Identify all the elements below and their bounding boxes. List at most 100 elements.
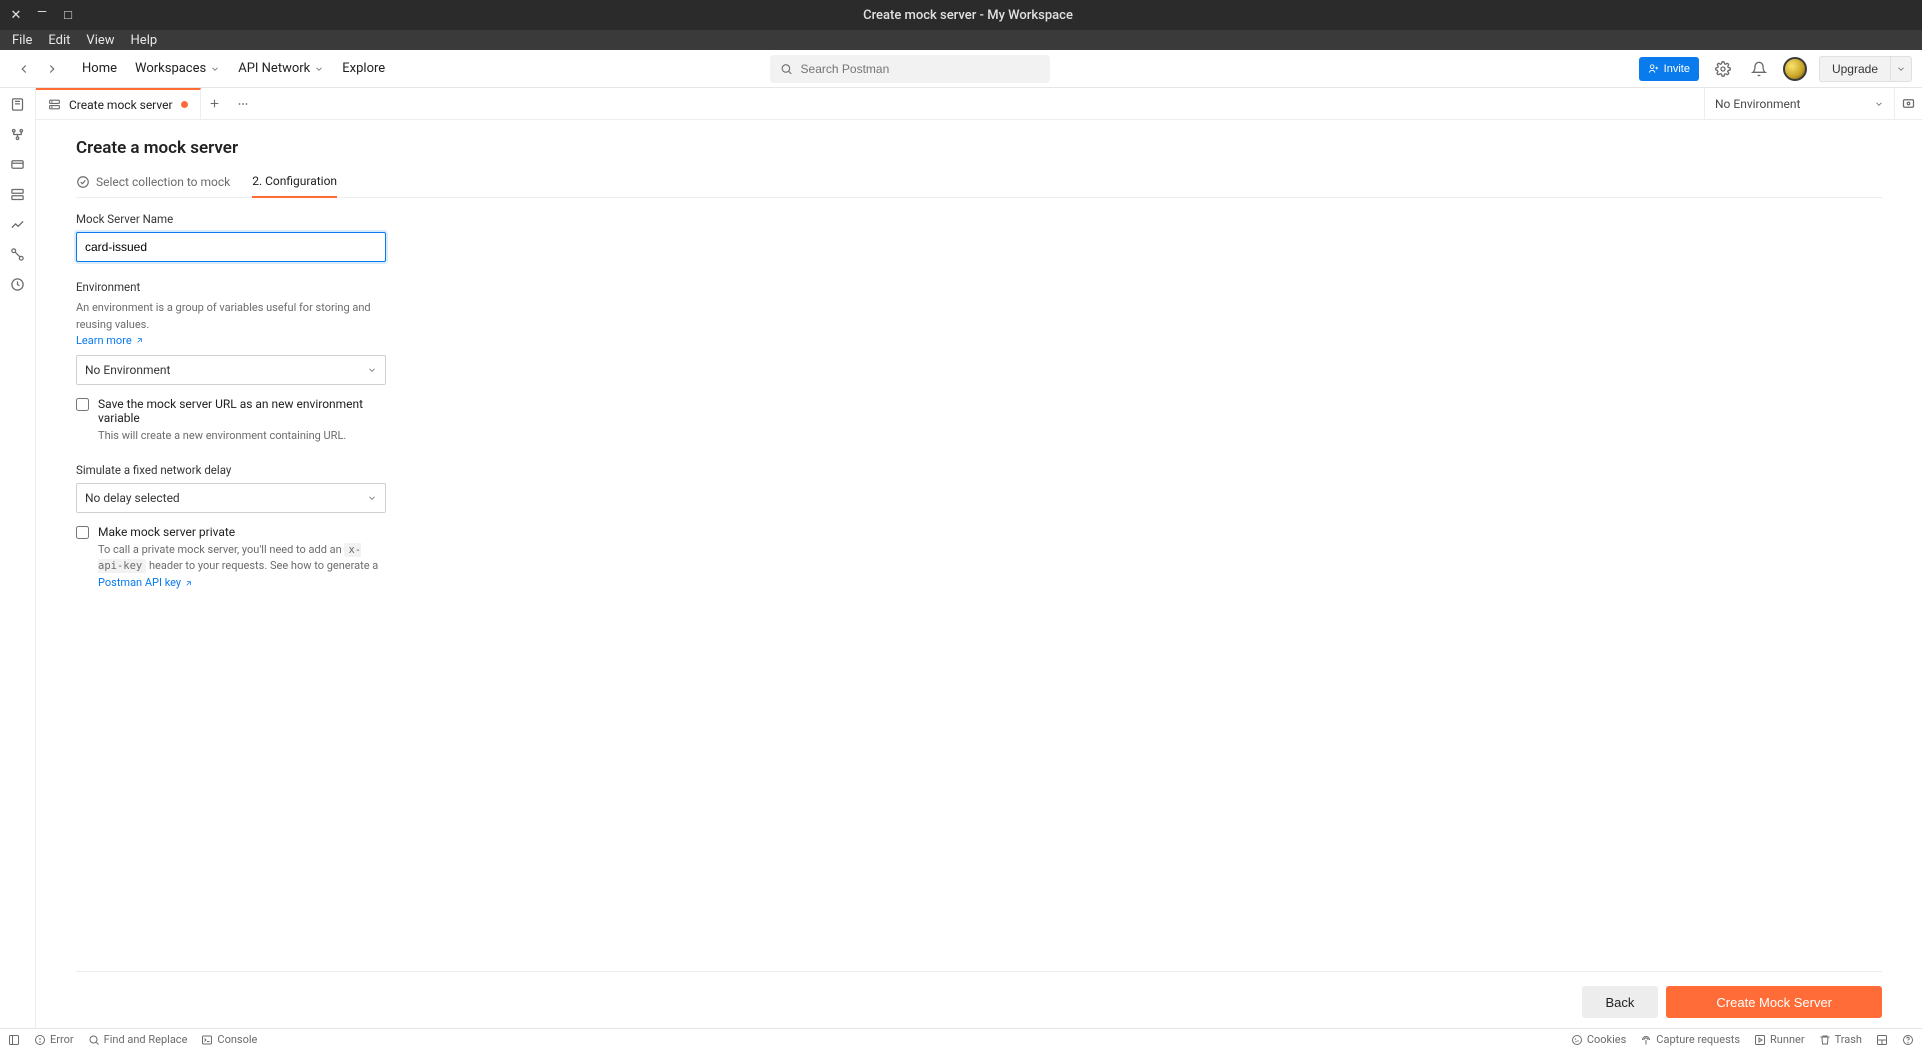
- environment-selector-label: No Environment: [1715, 97, 1800, 111]
- menu-edit[interactable]: Edit: [42, 31, 76, 50]
- statusbar: Error Find and Replace Console Cookies C…: [0, 1028, 1922, 1050]
- status-find-replace-label: Find and Replace: [104, 1033, 188, 1046]
- sidebar: [0, 88, 36, 1028]
- delay-section: Simulate a fixed network delay No delay …: [76, 463, 386, 592]
- info-icon: [34, 1034, 46, 1046]
- nav-explore[interactable]: Explore: [342, 61, 385, 76]
- private-hint-mid: header to your requests. See how to gene…: [146, 559, 378, 572]
- nav-back-button[interactable]: [14, 59, 34, 79]
- nav-api-network[interactable]: API Network: [238, 61, 324, 76]
- search-box[interactable]: [770, 55, 1050, 83]
- cookie-icon: [1571, 1034, 1583, 1046]
- gear-icon: [1715, 61, 1731, 77]
- nav-explore-label: Explore: [342, 61, 385, 76]
- status-console-label: Console: [217, 1033, 257, 1046]
- nav-home-label: Home: [82, 61, 117, 76]
- close-icon[interactable]: ✕: [10, 9, 22, 22]
- invite-button[interactable]: Invite: [1639, 57, 1699, 81]
- workspace: Create mock server No Environment Create…: [0, 88, 1922, 1028]
- environment-quicklook-button[interactable]: [1894, 88, 1922, 119]
- mock-servers-icon[interactable]: [10, 186, 26, 202]
- environment-hint: An environment is a group of variables u…: [76, 300, 386, 333]
- monitors-icon[interactable]: [10, 216, 26, 232]
- trash-icon: [1819, 1034, 1831, 1046]
- tab-create-mock-server[interactable]: Create mock server: [36, 88, 201, 119]
- tab-label: Create mock server: [69, 98, 173, 112]
- tab-more-button[interactable]: [229, 88, 257, 119]
- flows-icon[interactable]: [10, 246, 26, 262]
- status-trash[interactable]: Trash: [1819, 1033, 1862, 1046]
- chevron-down-icon: [1896, 64, 1906, 74]
- navbar-right: Invite Upgrade: [1639, 56, 1912, 82]
- steps: Select collection to mock 2. Configurati…: [76, 168, 1882, 198]
- learn-more-link[interactable]: Learn more: [76, 334, 144, 347]
- status-console[interactable]: Console: [201, 1033, 257, 1046]
- status-help[interactable]: [1902, 1034, 1914, 1046]
- nav-api-network-label: API Network: [238, 61, 310, 76]
- delay-select[interactable]: No delay selected: [76, 483, 386, 513]
- environment-section: Environment An environment is a group of…: [76, 280, 386, 445]
- step-1-label: Select collection to mock: [96, 175, 230, 189]
- status-error-label: Error: [50, 1033, 74, 1046]
- content-inner: Create a mock server Select collection t…: [36, 120, 1922, 971]
- check-circle-icon: [76, 175, 90, 189]
- save-url-label: Save the mock server URL as an new envir…: [98, 397, 386, 425]
- search-input[interactable]: [801, 62, 1040, 76]
- upgrade-dropdown-button[interactable]: [1890, 56, 1912, 82]
- menu-view[interactable]: View: [80, 31, 120, 50]
- collections-icon[interactable]: [10, 96, 26, 112]
- status-panel-toggle[interactable]: [8, 1034, 20, 1046]
- nav-home[interactable]: Home: [82, 61, 117, 76]
- menu-help[interactable]: Help: [125, 31, 164, 50]
- content: Create a mock server Select collection t…: [36, 120, 1922, 1028]
- status-runner[interactable]: Runner: [1754, 1033, 1805, 1046]
- main: Create mock server No Environment Create…: [36, 88, 1922, 1028]
- step-1[interactable]: Select collection to mock: [76, 168, 230, 197]
- back-button[interactable]: Back: [1582, 986, 1659, 1018]
- person-plus-icon: [1648, 63, 1659, 74]
- menu-file[interactable]: File: [6, 31, 38, 50]
- notifications-button[interactable]: [1747, 57, 1771, 81]
- learn-more-label: Learn more: [76, 334, 132, 347]
- nav-workspaces-label: Workspaces: [135, 61, 206, 76]
- console-icon: [201, 1034, 213, 1046]
- settings-button[interactable]: [1711, 57, 1735, 81]
- environments-icon[interactable]: [10, 156, 26, 172]
- status-runner-label: Runner: [1770, 1033, 1805, 1046]
- status-capture[interactable]: Capture requests: [1640, 1033, 1740, 1046]
- chevron-down-icon: [210, 64, 220, 74]
- delay-select-value: No delay selected: [85, 491, 180, 505]
- postman-api-key-link[interactable]: Postman API key: [98, 575, 193, 592]
- history-icon[interactable]: [10, 276, 26, 292]
- status-capture-label: Capture requests: [1656, 1033, 1740, 1046]
- create-mock-server-button[interactable]: Create Mock Server: [1666, 986, 1882, 1018]
- environment-selector[interactable]: No Environment: [1704, 88, 1894, 119]
- new-tab-button[interactable]: [201, 88, 229, 119]
- server-icon: [48, 98, 61, 111]
- menubar: File Edit View Help: [0, 30, 1922, 50]
- upgrade-button[interactable]: Upgrade: [1819, 56, 1890, 82]
- invite-label: Invite: [1664, 63, 1690, 75]
- maximize-icon[interactable]: □: [62, 9, 74, 22]
- search-container: [770, 55, 1050, 83]
- apis-icon[interactable]: [10, 126, 26, 142]
- nav-forward-button[interactable]: [42, 59, 62, 79]
- avatar[interactable]: [1783, 57, 1807, 81]
- tabbar: Create mock server No Environment: [36, 88, 1922, 120]
- save-url-checkbox[interactable]: [76, 398, 89, 411]
- search-icon: [88, 1034, 100, 1046]
- step-2[interactable]: 2. Configuration: [252, 168, 337, 198]
- status-layout[interactable]: [1876, 1034, 1888, 1046]
- bell-icon: [1751, 61, 1767, 77]
- chevron-down-icon: [314, 64, 324, 74]
- status-error[interactable]: Error: [34, 1033, 74, 1046]
- mock-name-input[interactable]: [76, 232, 386, 262]
- status-cookies[interactable]: Cookies: [1571, 1033, 1626, 1046]
- navbar: Home Workspaces API Network Explore Invi…: [0, 50, 1922, 88]
- status-find-replace[interactable]: Find and Replace: [88, 1033, 188, 1046]
- nav-workspaces[interactable]: Workspaces: [135, 61, 220, 76]
- window-title: Create mock server - My Workspace: [84, 8, 1852, 23]
- private-checkbox[interactable]: [76, 526, 89, 539]
- environment-select[interactable]: No Environment: [76, 355, 386, 385]
- minimize-icon[interactable]: —: [36, 6, 48, 19]
